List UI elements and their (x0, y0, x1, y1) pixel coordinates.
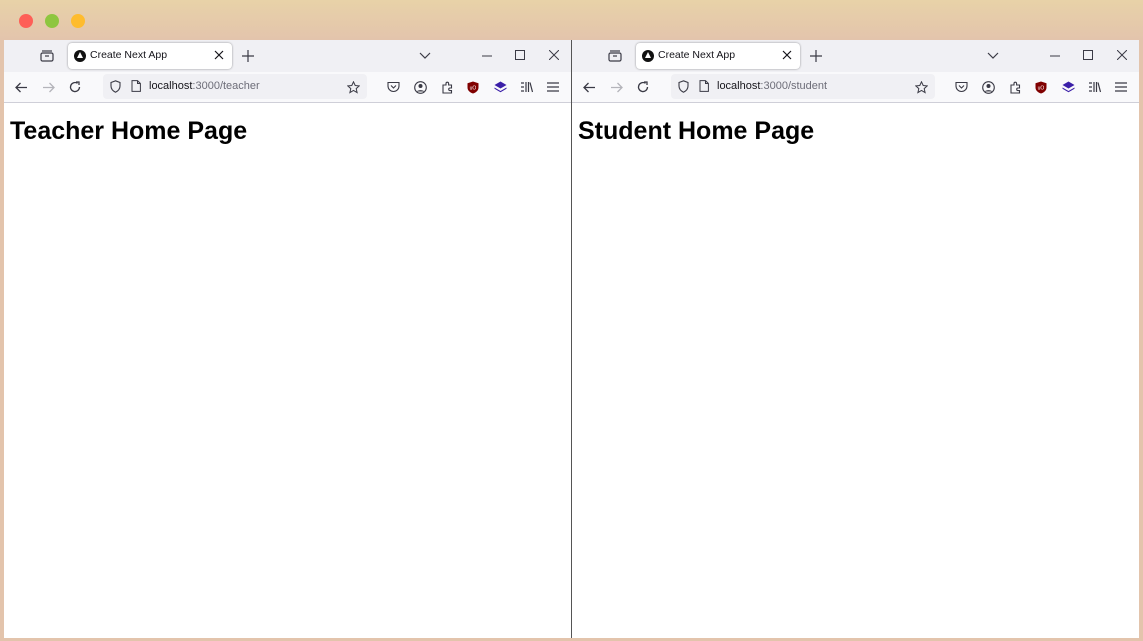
tab-create-next-app[interactable]: Create Next App (636, 43, 800, 69)
forward-arrow-icon[interactable] (608, 79, 624, 95)
page-heading: Student Home Page (578, 117, 815, 145)
nav-toolbar: localhost:3000/teacher uO (4, 72, 571, 103)
url-host: localhost (149, 80, 193, 92)
plus-icon[interactable] (808, 48, 824, 64)
svg-text:uO: uO (1038, 85, 1045, 91)
nextjs-favicon-icon (74, 50, 86, 62)
browser-window-student: Create Next App localhost:3000/student u… (572, 40, 1139, 638)
browser-window-teacher: Create Next App localhost:3000/teacher u… (4, 40, 572, 638)
pocket-icon[interactable] (385, 79, 401, 95)
minimize-icon[interactable] (479, 48, 495, 64)
star-icon[interactable] (345, 79, 361, 95)
shield-icon[interactable] (108, 79, 122, 93)
close-tab-icon[interactable] (212, 48, 226, 62)
puzzle-icon[interactable] (1007, 79, 1023, 95)
account-icon[interactable] (980, 79, 996, 95)
back-arrow-icon[interactable] (581, 79, 597, 95)
ublock-icon[interactable]: uO (1033, 79, 1049, 95)
account-icon[interactable] (412, 79, 428, 95)
tab-title: Create Next App (658, 49, 736, 61)
hamburger-menu-icon[interactable] (545, 79, 561, 95)
url-bar[interactable]: localhost:3000/student (671, 74, 935, 99)
pocket-icon[interactable] (953, 79, 969, 95)
tab-overview-icon[interactable] (606, 48, 624, 64)
minimize-window-button[interactable] (45, 14, 59, 28)
close-icon[interactable] (1114, 47, 1130, 63)
layers-icon[interactable] (1060, 79, 1076, 95)
page-icon (697, 79, 711, 93)
library-icon[interactable] (1086, 79, 1102, 95)
puzzle-icon[interactable] (439, 79, 455, 95)
page-content: Student Home Page (572, 103, 1139, 638)
layers-icon[interactable] (492, 79, 508, 95)
close-icon[interactable] (546, 47, 562, 63)
zoom-window-button[interactable] (71, 14, 85, 28)
url-host: localhost (717, 80, 761, 92)
maximize-icon[interactable] (512, 47, 528, 63)
ublock-icon[interactable]: uO (465, 79, 481, 95)
reload-icon[interactable] (635, 79, 651, 95)
page-heading: Teacher Home Page (10, 117, 248, 145)
tab-overview-icon[interactable] (38, 48, 56, 64)
close-window-button[interactable] (19, 14, 33, 28)
library-icon[interactable] (518, 79, 534, 95)
tab-bar: Create Next App (4, 40, 571, 72)
chevron-down-icon[interactable] (417, 48, 433, 64)
star-icon[interactable] (913, 79, 929, 95)
shield-icon[interactable] (676, 79, 690, 93)
tab-create-next-app[interactable]: Create Next App (68, 43, 232, 69)
chevron-down-icon[interactable] (985, 48, 1001, 64)
maximize-icon[interactable] (1080, 47, 1096, 63)
plus-icon[interactable] (240, 48, 256, 64)
url-text[interactable]: localhost:3000/teacher (149, 80, 260, 92)
url-text[interactable]: localhost:3000/student (717, 80, 827, 92)
url-bar[interactable]: localhost:3000/teacher (103, 74, 367, 99)
close-tab-icon[interactable] (780, 48, 794, 62)
reload-icon[interactable] (67, 79, 83, 95)
nextjs-favicon-icon (642, 50, 654, 62)
tab-bar: Create Next App (572, 40, 1139, 72)
page-content: Teacher Home Page (4, 103, 571, 638)
hamburger-menu-icon[interactable] (1113, 79, 1129, 95)
tab-title: Create Next App (90, 49, 168, 61)
forward-arrow-icon[interactable] (40, 79, 56, 95)
minimize-icon[interactable] (1047, 48, 1063, 64)
page-icon (129, 79, 143, 93)
nav-toolbar: localhost:3000/student uO (572, 72, 1139, 103)
url-path: :3000/teacher (192, 80, 260, 92)
svg-text:uO: uO (470, 85, 477, 91)
back-arrow-icon[interactable] (13, 79, 29, 95)
url-path: :3000/student (760, 80, 828, 92)
